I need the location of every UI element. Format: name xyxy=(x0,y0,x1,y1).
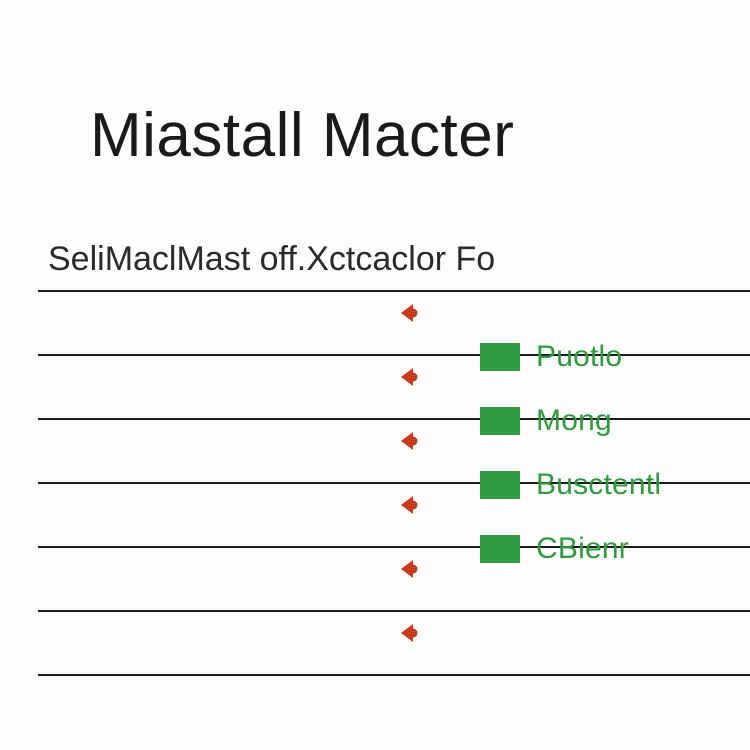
divider-line xyxy=(38,674,750,676)
page-title: Miastall Macter xyxy=(90,100,514,171)
arrow-left-icon xyxy=(395,556,421,582)
legend-item: Puotlo xyxy=(480,325,661,389)
arrow-left-icon xyxy=(395,492,421,518)
legend-label: Busctentl xyxy=(536,468,661,502)
legend-item: CBienr xyxy=(480,517,661,581)
legend: Puotlo Mong Busctentl CBienr xyxy=(480,325,661,581)
arrow-left-icon xyxy=(395,620,421,646)
divider-line xyxy=(38,290,750,292)
legend-label: Puotlo xyxy=(536,340,622,374)
legend-label: Mong xyxy=(536,404,612,438)
legend-swatch xyxy=(480,471,520,499)
legend-label: CBienr xyxy=(536,532,629,566)
legend-item: Mong xyxy=(480,389,661,453)
legend-swatch xyxy=(480,535,520,563)
page-subtitle: SeliMaclMast off.Xctcaclor Fo xyxy=(48,240,495,279)
arrow-left-icon xyxy=(395,364,421,390)
legend-item: Busctentl xyxy=(480,453,661,517)
legend-swatch xyxy=(480,407,520,435)
arrow-left-icon xyxy=(395,428,421,454)
arrow-left-icon xyxy=(395,300,421,326)
divider-line xyxy=(38,610,750,612)
arrow-column xyxy=(395,300,421,684)
legend-swatch xyxy=(480,343,520,371)
